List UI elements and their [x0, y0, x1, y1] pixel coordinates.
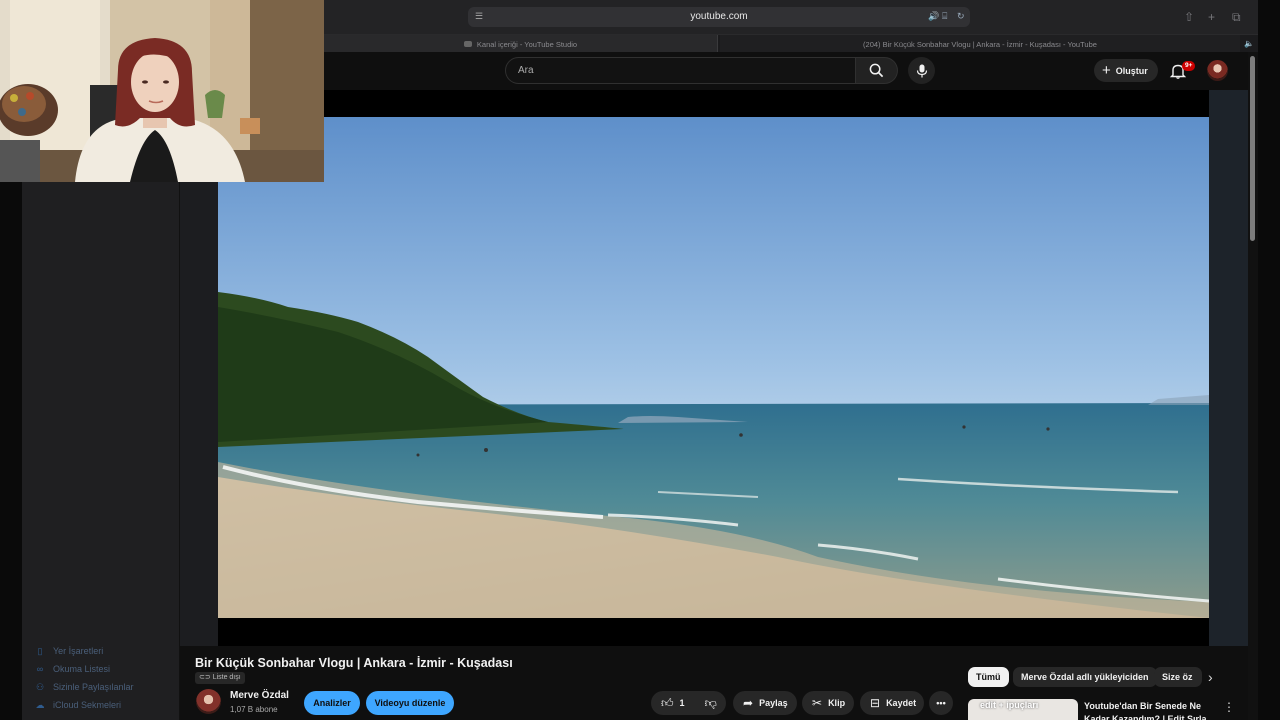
translate-icon[interactable]: ⌸ [942, 11, 947, 22]
subscriber-count: 1,07 B abone [230, 705, 278, 714]
search-box [505, 57, 856, 84]
audio-icon[interactable]: 🔊 [928, 11, 939, 22]
sidebar-item-reading-list[interactable]: ∞ Okuma Listesi [34, 660, 184, 678]
beach-video-frame [218, 117, 1209, 618]
save-label: Kaydet [886, 698, 917, 708]
visibility-badge: ⊂⊃ Liste dışı [195, 672, 245, 684]
chip-from-uploader[interactable]: Merve Özdal adlı yükleyiciden [1013, 667, 1157, 687]
browser-window: ☰ youtube.com 🔊 ⌸ ↻ ⇧ + ⧉ Kanal içeriği … [180, 0, 1258, 720]
like-dislike-group: 👍︎ 1 👎︎ [651, 691, 726, 715]
share-arrow-icon: ➦ [743, 696, 754, 710]
plus-icon: + [1102, 62, 1111, 79]
player-side-panel-right [1209, 90, 1248, 646]
share-label: Paylaş [759, 698, 788, 708]
speaker-icon[interactable]: 🔈 [1244, 39, 1254, 48]
page-scrollbar[interactable] [1248, 52, 1258, 720]
channel-avatar[interactable] [196, 689, 221, 714]
tab-label: (204) Bir Küçük Sonbahar Vlogu | Ankara … [863, 39, 1097, 49]
recommendation-title[interactable]: Youtube'dan Bir Senede Ne Kadar Kazandım… [1084, 700, 1214, 720]
webcam-person-image [0, 0, 324, 182]
tab-bar: Kanal içeriği - YouTube Studio (204) Bir… [180, 34, 1258, 53]
visibility-label: Liste dışı [212, 674, 241, 681]
sidebar-item-label: Yer İşaretleri [53, 646, 104, 656]
tab-label: Kanal içeriği - YouTube Studio [476, 39, 578, 49]
analytics-button[interactable]: Analizler [304, 691, 360, 715]
create-label: Oluştur [1115, 65, 1148, 76]
webcam-overlay [0, 0, 324, 182]
clip-label: Klip [828, 698, 846, 708]
like-icon[interactable]: 👍︎ [661, 696, 674, 711]
recommendation-thumbnail[interactable]: edit + ipuçları [968, 699, 1078, 720]
tab-youtube-studio[interactable]: Kanal içeriği - YouTube Studio [324, 35, 718, 53]
address-bar[interactable]: ☰ youtube.com 🔊 ⌸ ↻ [468, 7, 970, 27]
share-icon[interactable]: ⇧ [1184, 10, 1194, 24]
scissors-icon: ✂ [812, 696, 823, 710]
create-button[interactable]: + Oluştur [1094, 59, 1158, 82]
reading-list-icon: ∞ [36, 664, 44, 674]
video-title: Bir Küçük Sonbahar Vlogu | Ankara - İzmi… [195, 656, 513, 670]
save-playlist-icon: ⊟ [870, 696, 881, 710]
thumbnail-text: edit + ipuçları [980, 700, 1039, 710]
icloud-icon: ☁ [35, 700, 45, 710]
tab-youtube-video[interactable]: (204) Bir Küçük Sonbahar Vlogu | Ankara … [720, 35, 1240, 53]
title-bar: ☰ youtube.com 🔊 ⌸ ↻ ⇧ + ⧉ [180, 0, 1258, 34]
like-count[interactable]: 1 [680, 698, 685, 708]
save-button[interactable]: ⊟ Kaydet [860, 691, 924, 715]
search-icon [869, 63, 884, 78]
sidebar-list: ▯ Yer İşaretleri ∞ Okuma Listesi ⚇ Sizin… [34, 642, 184, 714]
microphone-icon [916, 64, 927, 77]
new-tab-icon[interactable]: + [1208, 10, 1215, 24]
share-button[interactable]: ➦ Paylaş [733, 691, 797, 715]
sidebar-item-label: Sizinle Paylaşılanlar [53, 682, 134, 692]
chip-all[interactable]: Tümü [968, 667, 1009, 687]
scrollbar-thumb[interactable] [1250, 56, 1255, 241]
reload-icon[interactable]: ↻ [957, 11, 965, 22]
clip-button[interactable]: ✂ Klip [802, 691, 854, 715]
sidebar-item-shared[interactable]: ⚇ Sizinle Paylaşılanlar [34, 678, 184, 696]
search-button[interactable] [856, 57, 898, 84]
sidebar-item-bookmarks[interactable]: ▯ Yer İşaretleri [34, 642, 184, 660]
tab-overview-icon[interactable]: ⧉ [1232, 10, 1241, 25]
desktop: ▯ Yer İşaretleri ∞ Okuma Listesi ⚇ Sizin… [0, 0, 1280, 720]
video-player[interactable] [218, 117, 1209, 618]
more-horizontal-icon: ••• [936, 698, 946, 708]
sidebar-item-label: iCloud Sekmeleri [53, 700, 122, 710]
dislike-icon[interactable]: 👎︎ [705, 696, 717, 711]
bookmark-icon: ▯ [37, 646, 43, 656]
youtube-favicon-icon [463, 41, 472, 47]
shared-with-you-icon: ⚇ [35, 682, 45, 692]
youtube-masthead: + Oluştur 9+ [180, 52, 1248, 90]
search-input[interactable] [506, 58, 855, 83]
sidebar-item-label: Okuma Listesi [53, 664, 111, 674]
chip-for-you[interactable]: Size öz [1154, 667, 1202, 687]
sidebar-item-icloud-tabs[interactable]: ☁ iCloud Sekmeleri [34, 696, 184, 714]
voice-search-button[interactable] [908, 57, 935, 84]
more-vertical-icon[interactable]: ⋮ [1223, 700, 1235, 714]
url-text[interactable]: youtube.com [468, 11, 970, 22]
link-icon: ⊂⊃ [199, 674, 211, 681]
edit-video-button[interactable]: Videoyu düzenle [366, 691, 454, 715]
more-actions-button[interactable]: ••• [929, 691, 953, 715]
channel-name[interactable]: Merve Özdal [230, 690, 289, 701]
notifications-badge: 9+ [1182, 61, 1196, 71]
account-avatar[interactable] [1207, 60, 1228, 81]
chevron-right-icon[interactable]: › [1208, 669, 1213, 685]
